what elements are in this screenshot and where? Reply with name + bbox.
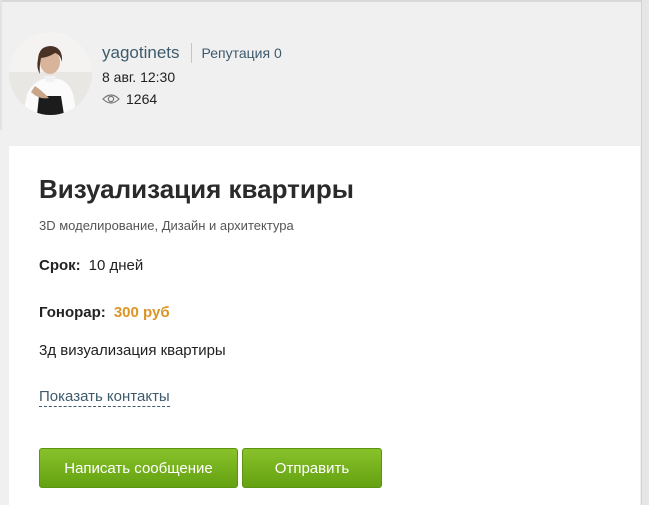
- top-border: [0, 0, 649, 2]
- views-counter: 1264: [102, 90, 402, 108]
- send-button[interactable]: Отправить: [242, 448, 382, 488]
- divider: [190, 43, 192, 63]
- project-category: 3D моделирование, Дизайн и архитектура: [39, 218, 294, 233]
- term-value: 10 дней: [88, 257, 144, 274]
- left-border: [0, 0, 2, 130]
- write-message-button[interactable]: Написать сообщение: [39, 448, 238, 488]
- eye-icon: [102, 94, 120, 104]
- author-username[interactable]: yagotinets: [102, 43, 180, 63]
- project-description: 3д визуализация квартиры: [39, 342, 226, 359]
- post-date: 8 авг. 12:30: [102, 69, 176, 85]
- term-row: Срок: 10 дней: [39, 257, 143, 274]
- fee-value: 300 руб: [113, 304, 170, 321]
- author-reputation: Репутация 0: [201, 45, 282, 61]
- author-name-row: yagotinets Репутация 0: [102, 42, 402, 64]
- avatar-photo: [9, 32, 92, 115]
- project-title: Визуализация квартиры: [39, 174, 354, 204]
- fee-row: Гонорар: 300 руб: [39, 304, 170, 321]
- fee-label: Гонорар:: [39, 304, 106, 321]
- author-info: yagotinets Репутация 0 8 авг. 12:30 1264: [102, 42, 402, 108]
- right-scroll-edge: [641, 0, 649, 505]
- project-card: Визуализация квартиры 3D моделирование, …: [9, 146, 640, 505]
- avatar[interactable]: [9, 32, 92, 115]
- term-label: Срок:: [39, 257, 81, 274]
- show-contacts-link[interactable]: Показать контакты: [39, 388, 170, 407]
- views-count: 1264: [126, 91, 158, 107]
